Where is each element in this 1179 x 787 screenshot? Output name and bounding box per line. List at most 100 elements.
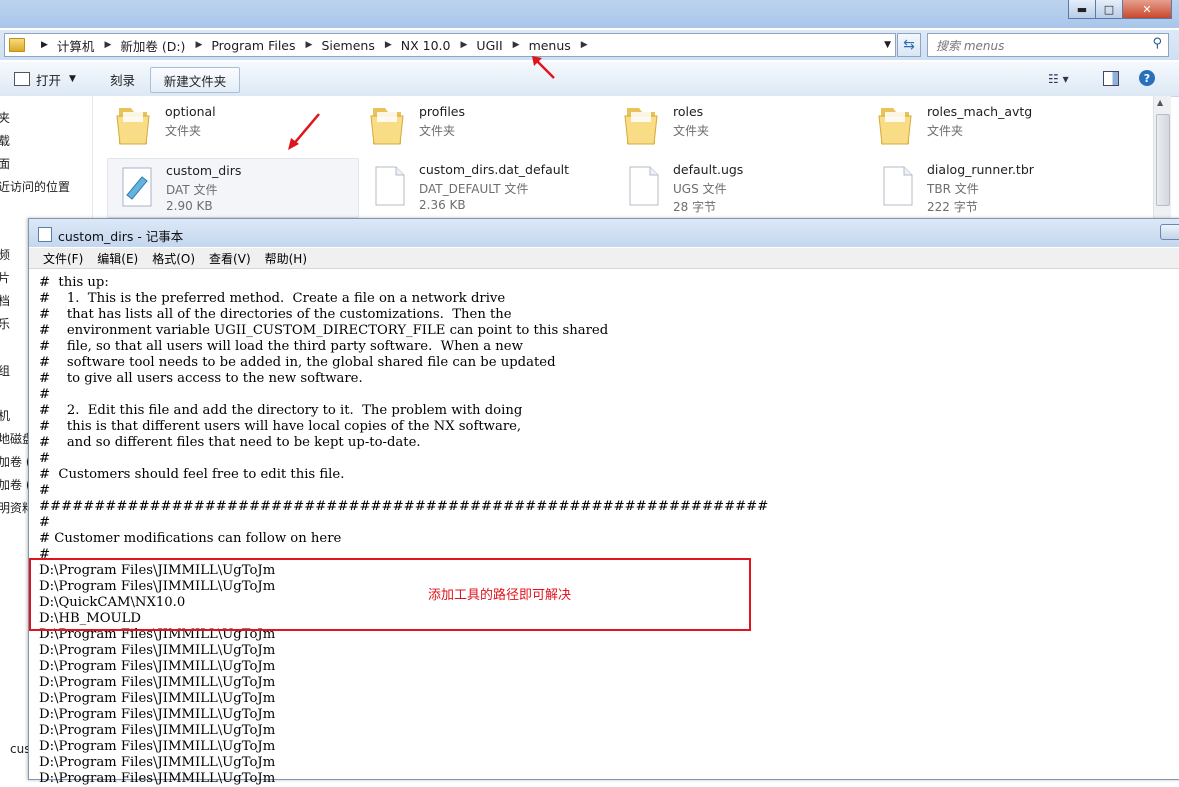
menu-format[interactable]: 格式(O) [152,250,195,267]
file-item[interactable]: default.ugs UGS 文件 28 字节 [615,158,865,216]
explorer-titlebar: ▬ □ ✕ [0,0,1179,28]
breadcrumb-item[interactable]: menus ▶ [529,38,597,53]
notepad-doc-icon [122,167,152,207]
burn-label: 刻录 [110,72,136,88]
breadcrumb: 计算机 ▶ 新加卷 (D:) ▶ Program Files ▶ Siemens ▶ N… [57,36,597,55]
text-line: D:\Program Files\JIMMILL\UgToJm [39,659,276,674]
breadcrumb-arrow-icon[interactable]: ▶ [41,40,48,50]
text-line: D:\Program Files\JIMMILL\UgToJm [39,707,276,722]
file-name: optional [165,104,216,119]
file-item[interactable]: profiles 文件夹 [361,100,611,152]
command-bar: 打开 ▼ 刻录 新建文件夹 ☷ ▾ ? [0,62,1179,97]
nav-item[interactable]: 夹 [0,109,10,126]
nav-item[interactable]: 加卷 ( [0,476,31,493]
nav-item[interactable]: 组 [0,362,10,379]
menu-file[interactable]: 文件(F) [43,250,83,267]
burn-button[interactable]: 刻录 [110,67,135,91]
file-type: 文件夹 [927,124,964,138]
text-line: D:\Program Files\JIMMILL\UgToJm [39,755,276,770]
breadcrumb-item[interactable]: NX 10.0 ▶ [401,38,477,53]
dropdown-arrow-icon[interactable]: ▼ [884,40,891,50]
nav-item[interactable]: 片 [0,269,10,286]
menu-view[interactable]: 查看(V) [209,250,251,267]
text-line: ########################################… [39,499,769,514]
notepad-titlebar: custom_dirs - 记事本 [29,219,1179,247]
doc-icon [629,166,659,206]
breadcrumb-item[interactable]: 新加卷 (D:) ▶ [120,36,211,55]
annotation-note: 添加工具的路径即可解决 [428,588,572,603]
help-icon[interactable]: ? [1139,70,1155,86]
vertical-scrollbar[interactable]: ▲ [1153,96,1171,220]
file-item[interactable]: dialog_runner.tbr TBR 文件 222 字节 [869,158,1119,216]
file-size: 2.90 KB [166,199,213,213]
file-size: 2.36 KB [419,198,466,212]
scroll-up-icon[interactable]: ▲ [1157,98,1163,107]
text-line: # [39,515,51,530]
file-type: 文件夹 [419,124,456,138]
nav-item[interactable]: 档 [0,292,10,309]
open-button[interactable]: 打开 ▼ [14,67,76,91]
text-line: # to give all users access to the new so… [39,371,363,386]
text-line: # this is that different users will have… [39,419,522,434]
nav-item[interactable]: 频 [0,246,10,263]
folder-icon [624,108,658,145]
search-icon[interactable]: ⚲ [1152,36,1162,51]
notepad-menubar: 文件(F) 编辑(E) 格式(O) 查看(V) 帮助(H) [29,248,1179,269]
menu-edit[interactable]: 编辑(E) [97,250,138,267]
text-line: # 2. Edit this file and add the director… [39,403,523,418]
folder-icon [116,108,150,145]
file-item[interactable]: roles_mach_avtg 文件夹 [869,100,1119,152]
notepad-text-area[interactable]: # this up: # 1. This is the preferred met… [39,275,1159,786]
maximize-button[interactable]: □ [1095,0,1123,19]
nav-item[interactable]: 面 [0,155,10,172]
open-label: 打开 [36,72,62,88]
address-bar[interactable]: ▶ 计算机 ▶ 新加卷 (D:) ▶ Program Files ▶ Siemens ▶… [4,33,896,57]
text-line: # [39,387,51,402]
search-placeholder: 搜索 menus [936,38,1005,53]
window-control-icon[interactable] [1160,224,1179,240]
folder-icon [370,108,404,145]
red-arrow-annotation [532,56,555,79]
folder-icon [9,38,25,52]
preview-pane-icon[interactable] [1103,71,1119,86]
text-line: # Customer modifications can follow on h… [39,531,342,546]
text-line: # this up: [39,275,109,290]
file-name: roles_mach_avtg [927,104,1033,119]
file-item-selected[interactable]: custom_dirs DAT 文件 2.90 KB [107,158,359,218]
nav-item[interactable]: 载 [0,132,10,149]
breadcrumb-item[interactable]: Siemens ▶ [321,38,400,53]
breadcrumb-item[interactable]: Program Files ▶ [211,38,321,53]
text-line: # 1. This is the preferred method. Creat… [39,291,506,306]
notepad-icon [38,227,52,242]
minimize-button[interactable]: ▬ [1068,0,1096,19]
text-line: D:\Program Files\JIMMILL\UgToJm [39,739,276,754]
text-line: D:\Program Files\JIMMILL\UgToJm [39,691,276,706]
breadcrumb-item[interactable]: 计算机 ▶ [57,36,120,55]
close-button[interactable]: ✕ [1122,0,1172,19]
nav-item[interactable]: 近访问的位置 [0,178,70,195]
open-icon [14,72,30,86]
file-type: UGS 文件 [673,182,727,196]
nav-item[interactable]: 乐 [0,315,10,332]
menu-help[interactable]: 帮助(H) [265,250,307,267]
refresh-icon[interactable]: ⇆ [897,33,921,57]
text-line: # and so different files that need to be… [39,435,421,450]
file-type: TBR 文件 [927,182,979,196]
nav-item[interactable]: 加卷 ( [0,453,31,470]
view-options-icon[interactable]: ☷ ▾ [1048,72,1069,86]
scrollbar-thumb[interactable] [1156,114,1170,206]
file-name: custom_dirs.dat_default [419,162,570,177]
file-name: roles [673,104,704,119]
notepad-title: custom_dirs - 记事本 [58,229,184,244]
file-item[interactable]: custom_dirs.dat_default DAT_DEFAULT 文件 2… [361,158,611,216]
text-line: # software tool needs to be added in, th… [39,355,556,370]
chevron-down-icon: ▼ [69,74,76,84]
file-item[interactable]: roles 文件夹 [615,100,865,152]
search-input[interactable]: 搜索 menus ⚲ [927,33,1169,57]
new-folder-button[interactable]: 新建文件夹 [150,67,240,93]
file-name: dialog_runner.tbr [927,162,1034,177]
folder-icon [878,108,912,145]
file-type: 文件夹 [165,124,202,138]
breadcrumb-item[interactable]: UGII ▶ [476,38,528,53]
nav-item[interactable]: 机 [0,407,10,424]
